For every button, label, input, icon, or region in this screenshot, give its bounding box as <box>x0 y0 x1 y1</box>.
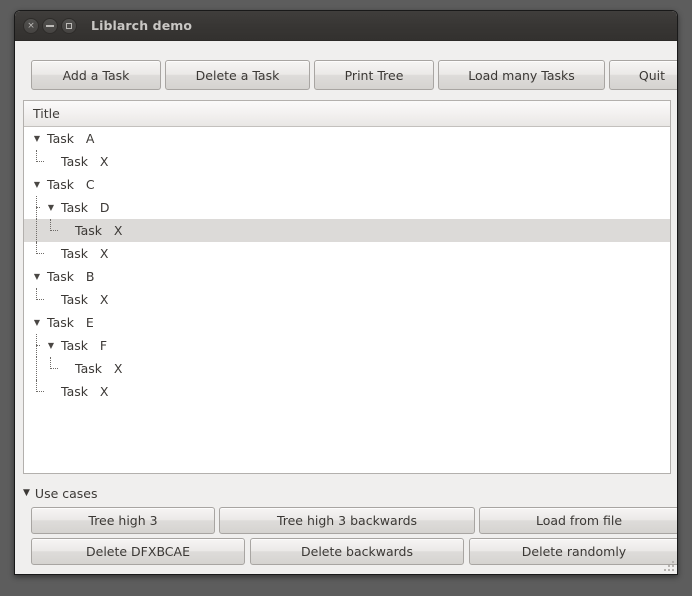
usecase-button-delete-backwards[interactable]: Delete backwards <box>250 538 464 565</box>
tree-guide-line <box>30 196 44 219</box>
tree-row[interactable]: Task X <box>24 380 670 403</box>
tree-header[interactable]: Title <box>24 101 670 127</box>
use-cases-row-2: Delete DFXBCAE Delete backwards Delete ran… <box>23 538 677 565</box>
tree-guide-line <box>30 150 44 173</box>
tree-row-label: Task B <box>47 269 95 284</box>
usecase-button-tree-high-3[interactable]: Tree high 3 <box>31 507 215 534</box>
grip-dot <box>672 569 674 571</box>
tree-row-label: Task A <box>47 131 95 146</box>
toolbar-button-quit[interactable]: Quit <box>609 60 677 90</box>
usecase-button-delete-randomly[interactable]: Delete randomly <box>469 538 677 565</box>
tree-row[interactable]: ▼ Task D <box>24 196 670 219</box>
grip-dot <box>668 565 670 567</box>
tree-guide-line <box>30 380 44 403</box>
maximize-glyph <box>66 22 72 29</box>
tree-expander-icon[interactable]: ▼ <box>44 203 58 212</box>
tree-row-label: Task X <box>61 292 109 307</box>
usecase-button-tree-high-3-backwards[interactable]: Tree high 3 backwards <box>219 507 475 534</box>
usecase-button-load-from-file[interactable]: Load from file <box>479 507 677 534</box>
tree-row-label: Task E <box>47 315 94 330</box>
tree-guide-line <box>30 288 44 311</box>
minimize-icon[interactable] <box>42 17 58 34</box>
title-bar[interactable]: × Liblarch demo <box>15 11 677 41</box>
tree-expander-icon[interactable]: ▼ <box>30 134 44 143</box>
toolbar-button-delete-a-task[interactable]: Delete a Task <box>165 60 310 90</box>
toolbar-button-add-a-task[interactable]: Add a Task <box>31 60 161 90</box>
minimize-glyph <box>46 24 54 27</box>
tree-row[interactable]: ▼ Task F <box>24 334 670 357</box>
column-header-title: Title <box>33 106 60 121</box>
window-content: Add a Task Delete a Task Print Tree Load ma… <box>15 42 677 574</box>
grip-dot <box>672 561 674 563</box>
tree-row-selected[interactable]: Task X <box>24 219 670 242</box>
tree-guide-line <box>30 219 44 242</box>
use-cases-expander[interactable]: ▼ Use cases <box>23 483 671 503</box>
tree-row-label: Task X <box>75 223 123 238</box>
tree-guide-line <box>30 357 44 380</box>
maximize-icon[interactable] <box>61 17 77 34</box>
tree-row[interactable]: Task X <box>24 242 670 265</box>
close-glyph: × <box>27 20 35 31</box>
toolbar-button-load-many-tasks[interactable]: Load many Tasks <box>438 60 605 90</box>
resize-grip[interactable] <box>659 556 675 572</box>
tree-row[interactable]: ▼ Task A <box>24 127 670 150</box>
tree-row-label: Task X <box>61 154 109 169</box>
window-title: Liblarch demo <box>91 18 193 33</box>
tree-row[interactable]: ▼ Task C <box>24 173 670 196</box>
tree-row[interactable]: ▼ Task E <box>24 311 670 334</box>
tree-expander-icon[interactable]: ▼ <box>30 180 44 189</box>
tree-guide-line <box>44 219 58 242</box>
tree-rows: ▼ Task A Task X ▼ Task C ▼ Task D Task X Task X ▼… <box>24 127 670 473</box>
chevron-down-icon: ▼ <box>23 487 30 498</box>
tree-guide-line <box>30 242 44 265</box>
task-tree-view[interactable]: Title ▼ Task A Task X ▼ Task C ▼ Task D Task XT… <box>23 100 671 474</box>
grip-dot <box>668 569 670 571</box>
tree-expander-icon[interactable]: ▼ <box>30 318 44 327</box>
grip-dot <box>672 565 674 567</box>
grip-dot <box>664 569 666 571</box>
tree-guide-line <box>44 357 58 380</box>
tree-row-label: Task X <box>75 361 123 376</box>
tree-row-label: Task D <box>61 200 110 215</box>
tree-row[interactable]: ▼ Task B <box>24 265 670 288</box>
tree-row[interactable]: Task X <box>24 288 670 311</box>
close-icon[interactable]: × <box>23 17 39 34</box>
use-cases-section: ▼ Use cases Tree high 3 Tree high 3 backw… <box>23 483 677 565</box>
use-cases-row-1: Tree high 3 Tree high 3 backwards Load fro… <box>23 507 677 534</box>
toolbar: Add a Task Delete a Task Print Tree Load ma… <box>23 60 677 90</box>
toolbar-button-print-tree[interactable]: Print Tree <box>314 60 434 90</box>
use-cases-label: Use cases <box>34 485 98 501</box>
tree-row-label: Task X <box>61 246 109 261</box>
tree-expander-icon[interactable]: ▼ <box>30 272 44 281</box>
tree-row[interactable]: Task X <box>24 357 670 380</box>
usecase-button-delete-dfxbcae[interactable]: Delete DFXBCAE <box>31 538 245 565</box>
application-window: × Liblarch demo Add a Task Delete a Task P… <box>14 10 678 575</box>
tree-expander-icon[interactable]: ▼ <box>44 341 58 350</box>
tree-guide-line <box>30 334 44 357</box>
tree-row[interactable]: Task X <box>24 150 670 173</box>
tree-row-label: Task F <box>61 338 108 353</box>
tree-row-label: Task C <box>47 177 95 192</box>
tree-row-label: Task X <box>61 384 109 399</box>
